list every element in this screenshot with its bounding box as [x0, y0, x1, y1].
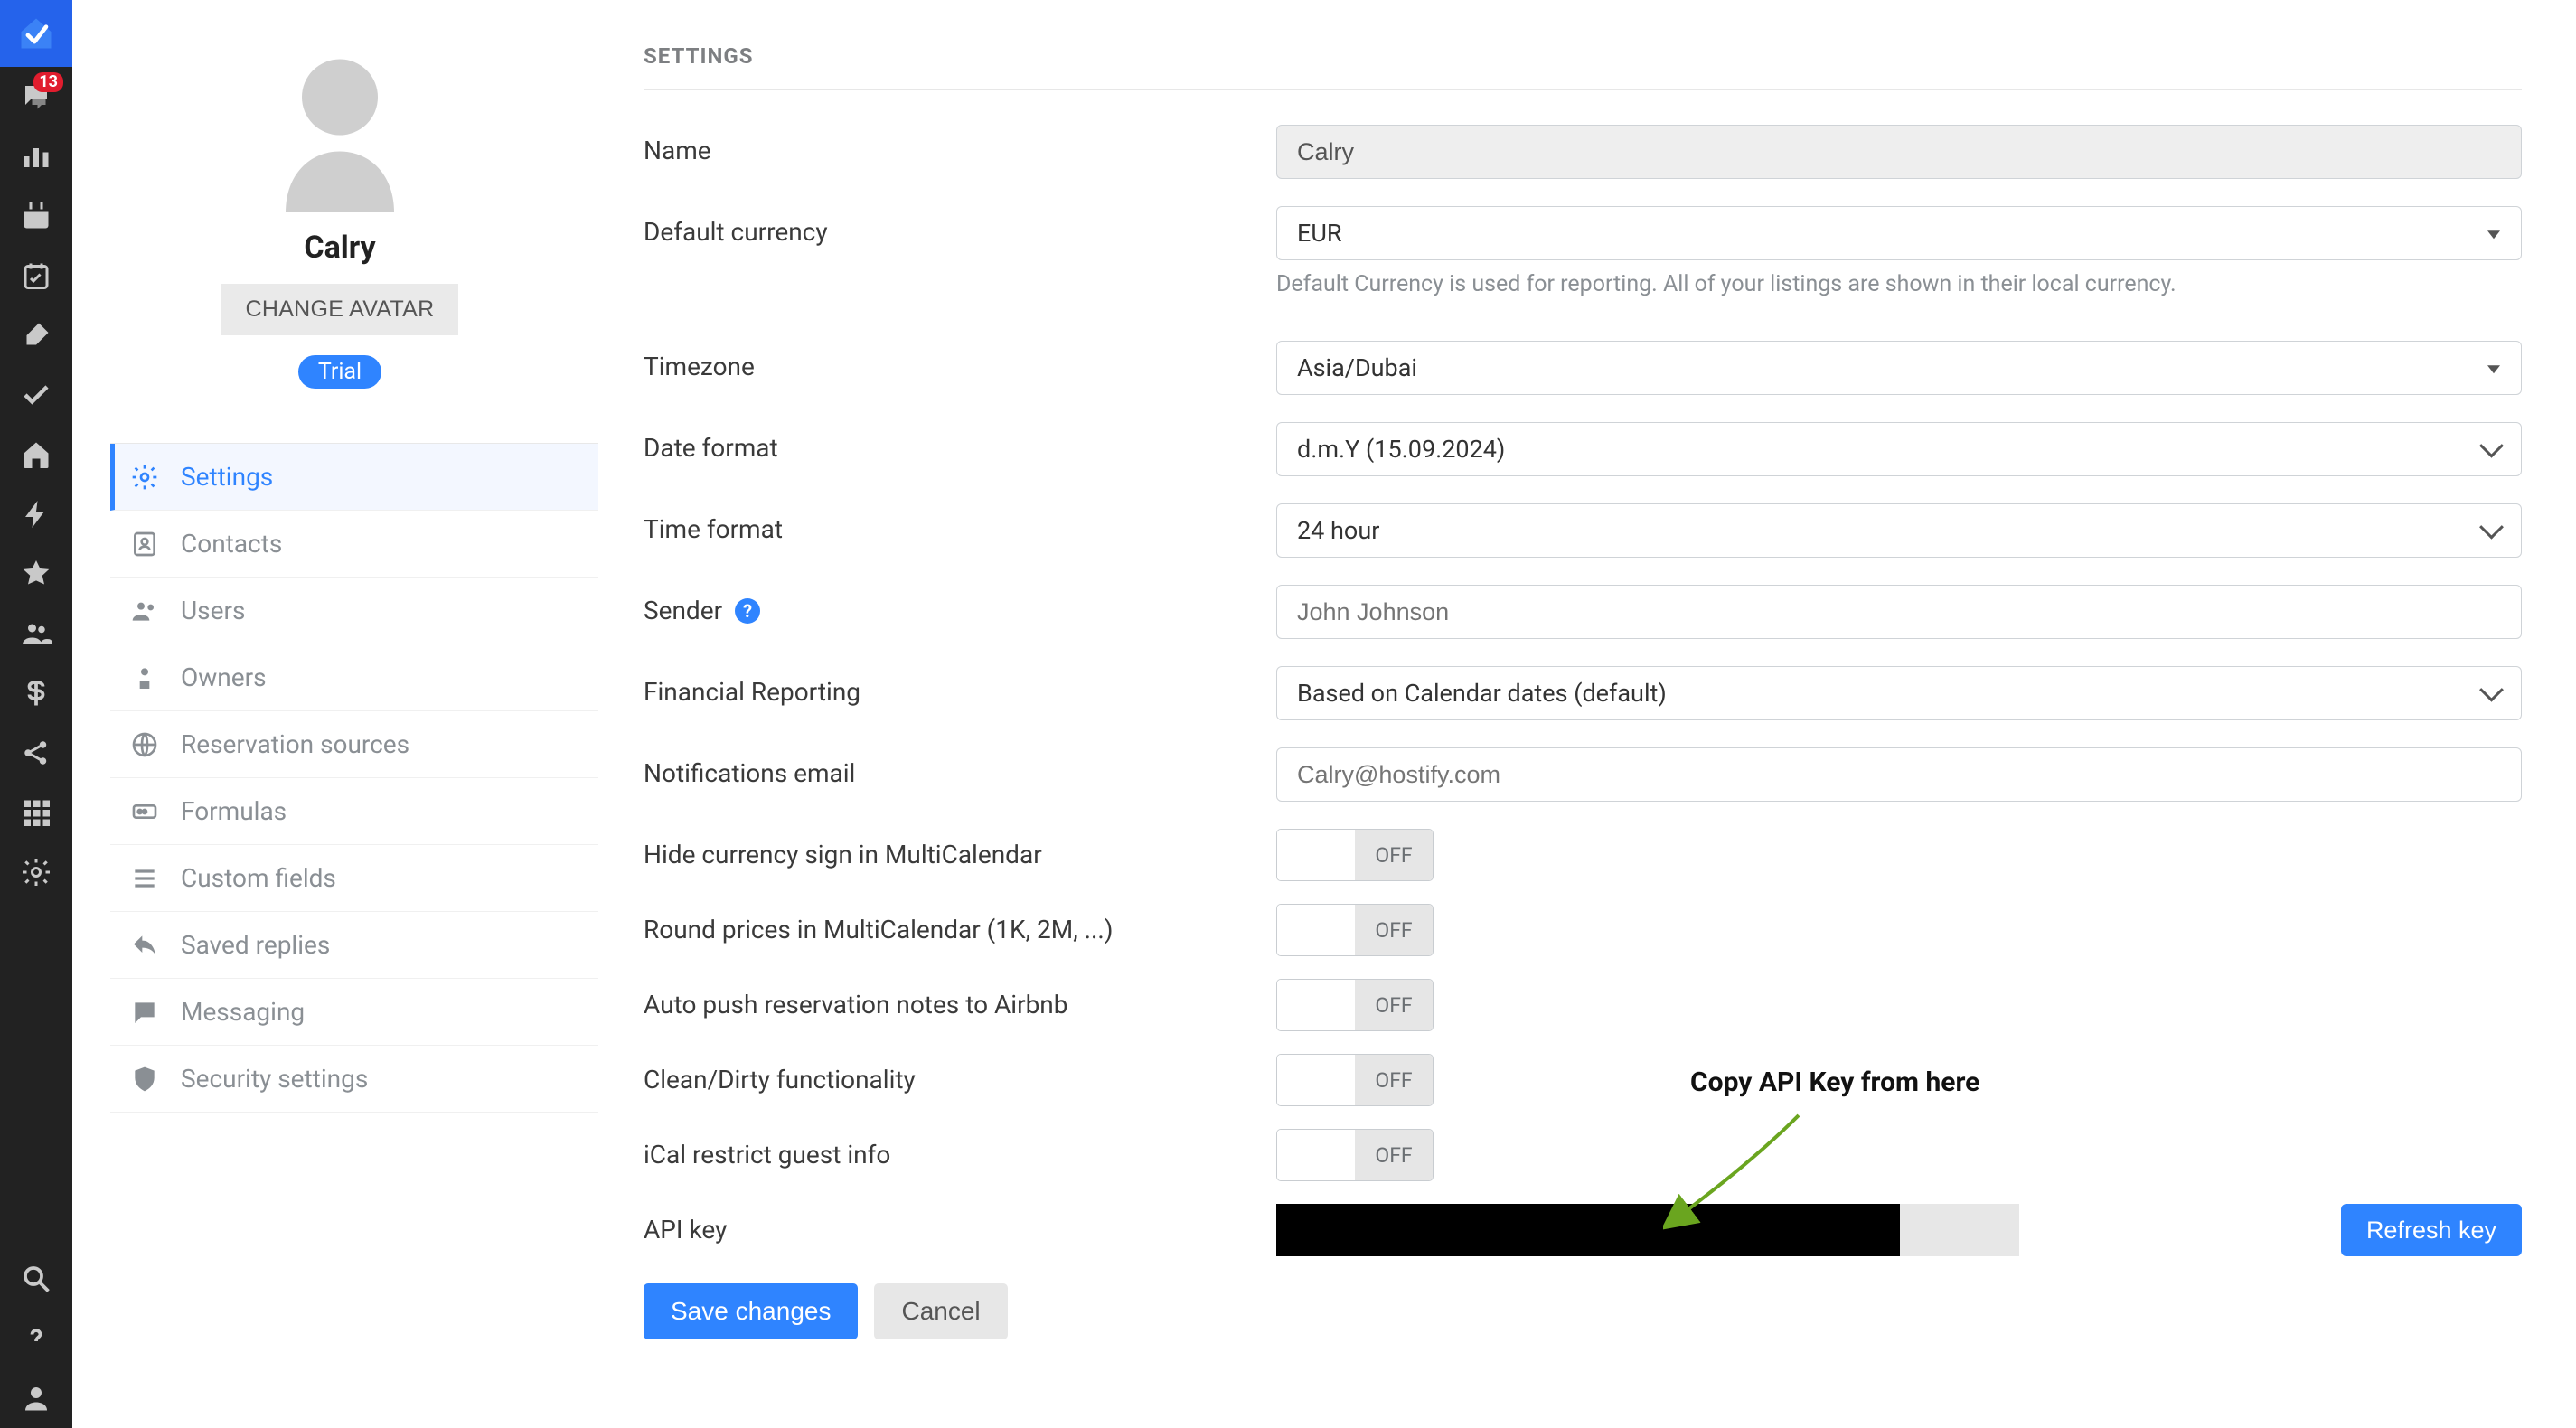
nav-reservation-sources[interactable]: Reservation sources [110, 711, 598, 778]
nav-label: Owners [181, 662, 267, 692]
notifemail-field[interactable] [1276, 747, 2522, 802]
share-icon[interactable] [0, 723, 72, 783]
name-field[interactable] [1276, 125, 2522, 179]
currency-select[interactable]: EUR [1276, 206, 2522, 260]
timeformat-select[interactable]: 24 hour [1276, 503, 2522, 558]
apikey-label: API key [644, 1204, 1276, 1256]
help-icon[interactable] [0, 1309, 72, 1368]
brush-icon[interactable] [0, 305, 72, 365]
timeformat-label: Time format [644, 503, 1276, 556]
cleandirty-label: Clean/Dirty functionality [644, 1054, 1276, 1106]
bolt-icon[interactable] [0, 484, 72, 544]
calendar-icon[interactable] [0, 186, 72, 246]
icon-sidebar: 13 [0, 0, 72, 1428]
dateformat-select[interactable]: d.m.Y (15.09.2024) [1276, 422, 2522, 476]
nav-label: Formulas [181, 796, 287, 826]
nav-label: Saved replies [181, 930, 330, 960]
nav-label: Users [181, 596, 245, 625]
nav-owners[interactable]: Owners [110, 644, 598, 711]
settings-main: SETTINGS Name Default currency EUR Defau… [607, 0, 2576, 1428]
sender-label: Sender ? [644, 585, 1276, 637]
apps-grid-icon[interactable] [0, 783, 72, 842]
autopush-toggle[interactable]: OFF [1276, 979, 1434, 1031]
round-prices-label: Round prices in MultiCalendar (1K, 2M, .… [644, 904, 1276, 956]
gear-icon[interactable] [0, 842, 72, 902]
org-name: Calry [304, 230, 375, 266]
search-icon[interactable] [0, 1249, 72, 1309]
check-icon[interactable] [0, 365, 72, 425]
dollar-icon[interactable] [0, 663, 72, 723]
finrep-select[interactable]: Based on Calendar dates (default) [1276, 666, 2522, 720]
notifemail-label: Notifications email [644, 747, 1276, 800]
nav-security-settings[interactable]: Security settings [110, 1046, 598, 1113]
nav-formulas[interactable]: Formulas [110, 778, 598, 845]
cancel-button[interactable]: Cancel [874, 1283, 1007, 1339]
autopush-label: Auto push reservation notes to Airbnb [644, 979, 1276, 1031]
user-account-icon[interactable] [0, 1368, 72, 1428]
timezone-select[interactable]: Asia/Dubai [1276, 341, 2522, 395]
logo-icon[interactable] [0, 0, 72, 67]
ical-toggle[interactable]: OFF [1276, 1129, 1434, 1181]
round-prices-toggle[interactable]: OFF [1276, 904, 1434, 956]
cleandirty-toggle[interactable]: OFF [1276, 1054, 1434, 1106]
avatar-placeholder [268, 36, 412, 217]
home-icon[interactable] [0, 425, 72, 484]
star-icon[interactable] [0, 544, 72, 604]
nav-label: Contacts [181, 529, 282, 559]
nav-custom-fields[interactable]: Custom fields [110, 845, 598, 912]
settings-side-nav: Settings Contacts Users Owners Reservati… [110, 443, 598, 1113]
nav-contacts[interactable]: Contacts [110, 511, 598, 578]
nav-label: Custom fields [181, 863, 336, 893]
chat-icon[interactable]: 13 [0, 67, 72, 127]
task-calendar-icon[interactable] [0, 246, 72, 305]
trial-badge: Trial [298, 355, 381, 389]
dateformat-label: Date format [644, 422, 1276, 474]
nav-label: Security settings [181, 1064, 368, 1094]
chat-badge: 13 [33, 72, 63, 92]
save-button[interactable]: Save changes [644, 1283, 858, 1339]
nav-users[interactable]: Users [110, 578, 598, 644]
profile-panel: Calry CHANGE AVATAR Trial Settings Conta… [72, 0, 607, 1428]
change-avatar-button[interactable]: CHANGE AVATAR [221, 284, 457, 335]
hide-currency-toggle[interactable]: OFF [1276, 829, 1434, 881]
timezone-label: Timezone [644, 341, 1276, 393]
nav-messaging[interactable]: Messaging [110, 979, 598, 1046]
api-key-ext [1900, 1204, 2019, 1256]
nav-label: Reservation sources [181, 729, 409, 759]
ical-label: iCal restrict guest info [644, 1129, 1276, 1181]
nav-label: Settings [181, 462, 273, 492]
refresh-key-button[interactable]: Refresh key [2341, 1204, 2522, 1256]
sender-field[interactable] [1276, 585, 2522, 639]
hide-currency-label: Hide currency sign in MultiCalendar [644, 829, 1276, 881]
nav-settings[interactable]: Settings [110, 444, 598, 511]
nav-label: Messaging [181, 997, 305, 1027]
name-label: Name [644, 125, 1276, 177]
sender-help-icon[interactable]: ? [735, 598, 760, 624]
nav-saved-replies[interactable]: Saved replies [110, 912, 598, 979]
section-title: SETTINGS [644, 43, 2522, 90]
chart-bar-icon[interactable] [0, 127, 72, 186]
api-key-value[interactable] [1276, 1204, 1900, 1256]
finrep-label: Financial Reporting [644, 666, 1276, 719]
currency-label: Default currency [644, 206, 1276, 258]
currency-help: Default Currency is used for reporting. … [1276, 271, 2522, 297]
users-group-icon[interactable] [0, 604, 72, 663]
